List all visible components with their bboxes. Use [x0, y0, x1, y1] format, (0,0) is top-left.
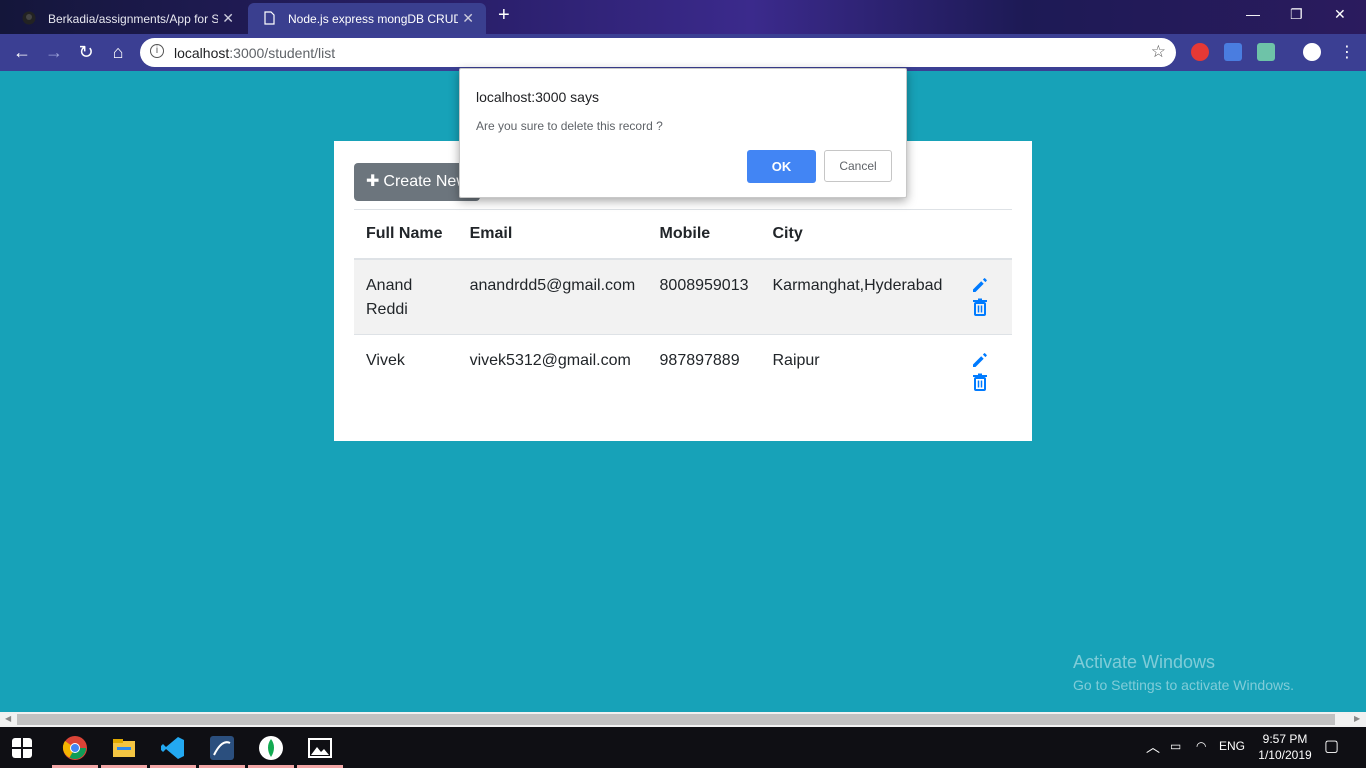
close-tab-icon[interactable]: ✕ — [222, 10, 234, 27]
cell-city: Raipur — [760, 334, 955, 405]
restore-icon[interactable]: ❐ — [1290, 6, 1303, 23]
file-explorer-icon[interactable] — [111, 735, 137, 761]
scrollbar-thumb[interactable] — [17, 714, 1335, 725]
plus-icon: ✚ — [366, 173, 380, 190]
dialog-message: Are you sure to delete this record ? — [476, 119, 663, 133]
wifi-icon[interactable]: ◠ — [1196, 739, 1206, 753]
name-part: Anand — [366, 277, 413, 294]
tab-strip: Berkadia/assignments/App for St ✕ Node.j… — [0, 0, 1366, 34]
browser-toolbar: ← → ↻ ⌂ i localhost:3000/student/list ☆ … — [0, 34, 1366, 71]
edit-pencil-icon[interactable] — [970, 274, 990, 296]
minimize-icon[interactable]: — — [1246, 6, 1260, 22]
battery-icon[interactable]: ▭ — [1170, 739, 1181, 753]
cell-full-name: Vivek — [354, 334, 458, 405]
name-part: Vivek — [366, 352, 405, 369]
profile-icon[interactable] — [1303, 43, 1321, 61]
tab-crud-app[interactable]: Node.js express mongDB CRUD ✕ — [248, 3, 486, 34]
dialog-title: localhost:3000 says — [476, 89, 599, 105]
cell-mobile: 987897889 — [647, 334, 761, 405]
scroll-left-arrow-icon[interactable]: ◀ — [5, 714, 11, 723]
vscode-icon[interactable] — [160, 735, 186, 761]
github-icon — [22, 11, 36, 25]
confirm-dialog: localhost:3000 says Are you sure to dele… — [459, 68, 907, 198]
show-hidden-icons-chevron-icon[interactable]: ︿ — [1146, 737, 1160, 757]
activate-windows-title: Activate Windows — [1073, 652, 1216, 672]
bookmark-star-icon[interactable]: ☆ — [1151, 42, 1166, 62]
table-row: Anand Reddi anandrdd5@gmail.com 800895901… — [354, 258, 1012, 335]
mail-extension-icon[interactable] — [1257, 43, 1275, 61]
horizontal-scrollbar[interactable]: ◀ ▶ — [0, 712, 1366, 727]
delete-trash-icon[interactable] — [970, 296, 990, 318]
ok-button[interactable]: OK — [747, 150, 816, 183]
windows-taskbar: ︿ ▭ ◠ ENG 9:57 PM 1/10/2019 ▢ — [0, 727, 1366, 768]
cell-email: anandrdd5@gmail.com — [457, 258, 648, 335]
cell-actions — [954, 258, 1012, 335]
cell-actions — [954, 334, 1012, 405]
menu-icon[interactable]: ⋮ — [1336, 42, 1358, 62]
edit-pencil-icon[interactable] — [970, 349, 990, 371]
header-full-name: Full Name — [354, 210, 458, 260]
new-tab-button[interactable]: + — [498, 4, 510, 27]
mongodb-icon[interactable] — [258, 735, 284, 761]
home-icon[interactable]: ⌂ — [107, 42, 129, 63]
back-icon[interactable]: ← — [11, 42, 33, 63]
forward-icon[interactable]: → — [43, 42, 65, 63]
header-mobile: Mobile — [647, 210, 761, 260]
cell-email: vivek5312@gmail.com — [457, 334, 648, 405]
delete-trash-icon[interactable] — [970, 371, 990, 393]
tab-github[interactable]: Berkadia/assignments/App for St ✕ — [8, 3, 246, 34]
url-text[interactable]: localhost:3000/student/list — [174, 45, 335, 61]
tab-label: Node.js express mongDB CRUD — [288, 11, 458, 26]
windows-start-icon[interactable] — [12, 738, 32, 758]
table-header-row: Full Name Email Mobile City — [354, 210, 1012, 260]
header-city: City — [760, 210, 955, 260]
activate-windows-subtitle: Go to Settings to activate Windows. — [1073, 677, 1294, 693]
reload-icon[interactable]: ↻ — [75, 42, 97, 63]
header-email: Email — [457, 210, 648, 260]
cell-city: Karmanghat,Hyderabad — [760, 258, 955, 335]
scroll-right-arrow-icon[interactable]: ▶ — [1354, 714, 1360, 723]
student-table: Full Name Email Mobile City Anand Reddi a… — [354, 210, 1012, 405]
info-icon[interactable]: i — [150, 44, 164, 58]
url-path: :3000/student/list — [229, 45, 336, 61]
language-indicator[interactable]: ENG — [1219, 739, 1245, 753]
close-tab-icon[interactable]: ✕ — [462, 10, 474, 27]
sql-tool-icon[interactable] — [209, 735, 235, 761]
name-part: Reddi — [366, 301, 408, 318]
notifications-icon[interactable]: ▢ — [1324, 736, 1339, 756]
photos-icon[interactable] — [307, 735, 333, 761]
create-new-label: Create New — [383, 173, 468, 190]
system-clock[interactable]: 9:57 PM 1/10/2019 — [1252, 731, 1318, 763]
cancel-button[interactable]: Cancel — [824, 150, 892, 182]
header-actions — [954, 210, 1012, 260]
url-host: localhost — [174, 45, 230, 61]
cell-mobile: 8008959013 — [647, 258, 761, 335]
window-close-icon[interactable]: ✕ — [1334, 6, 1346, 23]
chrome-icon[interactable] — [62, 735, 88, 761]
adblock-extension-icon[interactable] — [1191, 43, 1209, 61]
translate-extension-icon[interactable] — [1224, 43, 1242, 61]
cell-full-name: Anand Reddi — [354, 258, 458, 335]
clock-date: 1/10/2019 — [1258, 748, 1312, 762]
clock-time: 9:57 PM — [1262, 732, 1308, 746]
tab-label: Berkadia/assignments/App for St — [48, 11, 218, 26]
page-icon — [264, 11, 275, 25]
address-bar[interactable]: i localhost:3000/student/list ☆ — [140, 38, 1176, 67]
table-row: Vivek vivek5312@gmail.com 987897889 Raip… — [354, 334, 1012, 405]
